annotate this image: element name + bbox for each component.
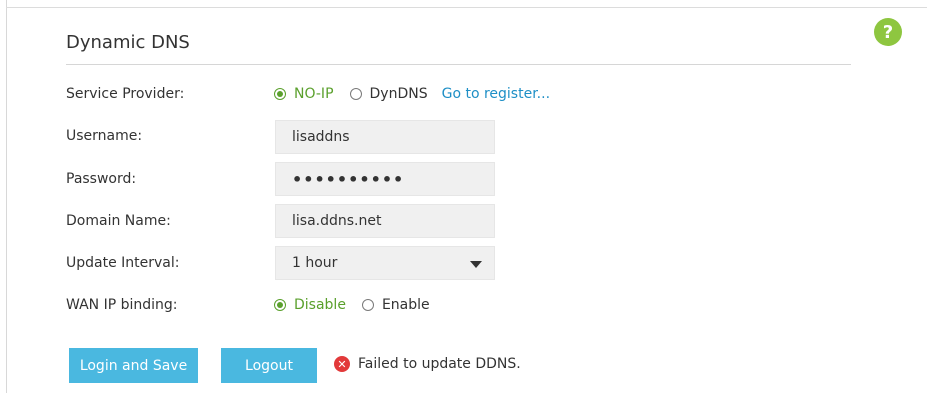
logout-button[interactable]: Logout [221, 348, 317, 383]
radio-dyndns[interactable]: DynDNS [349, 86, 428, 102]
section-title: Dynamic DNS [66, 32, 190, 53]
radio-dyndns-label: DynDNS [369, 86, 428, 102]
radio-checked-icon [274, 88, 286, 100]
help-icon[interactable]: ? [874, 18, 902, 46]
update-interval-select[interactable]: 1 hour [275, 246, 495, 280]
wan-ip-binding-radio-group: Disable Enable [274, 297, 446, 313]
radio-disable[interactable]: Disable [274, 297, 346, 313]
service-provider-label: Service Provider: [66, 86, 185, 102]
update-interval-label: Update Interval: [66, 255, 180, 271]
radio-no-ip[interactable]: NO-IP [274, 86, 334, 102]
update-interval-value: 1 hour [292, 255, 338, 271]
service-provider-radio-group: NO-IP DynDNS Go to register... [274, 86, 550, 102]
radio-checked-icon [274, 299, 286, 311]
error-icon: ✕ [334, 356, 350, 372]
wan-ip-binding-label: WAN IP binding: [66, 297, 178, 313]
go-to-register-link[interactable]: Go to register... [442, 86, 550, 102]
username-input[interactable]: lisaddns [275, 120, 495, 154]
radio-unchecked-icon [361, 299, 374, 311]
title-divider [66, 64, 851, 65]
radio-enable[interactable]: Enable [361, 297, 430, 313]
dropdown-caret-icon [470, 261, 482, 268]
status-message: ✕ Failed to update DDNS. [334, 356, 521, 372]
radio-no-ip-label: NO-IP [294, 86, 334, 102]
login-and-save-button[interactable]: Login and Save [69, 348, 198, 383]
password-label: Password: [66, 171, 137, 187]
username-label: Username: [66, 128, 143, 144]
radio-enable-label: Enable [381, 297, 430, 313]
status-text: Failed to update DDNS. [358, 356, 521, 372]
panel-left-border [6, 0, 7, 393]
domain-name-label: Domain Name: [66, 213, 171, 229]
domain-name-input[interactable]: lisa.ddns.net [275, 204, 495, 238]
radio-disable-label: Disable [294, 297, 346, 313]
radio-unchecked-icon [349, 88, 362, 100]
password-input[interactable]: •••••••••• [275, 162, 495, 196]
panel-top-border [6, 7, 927, 8]
